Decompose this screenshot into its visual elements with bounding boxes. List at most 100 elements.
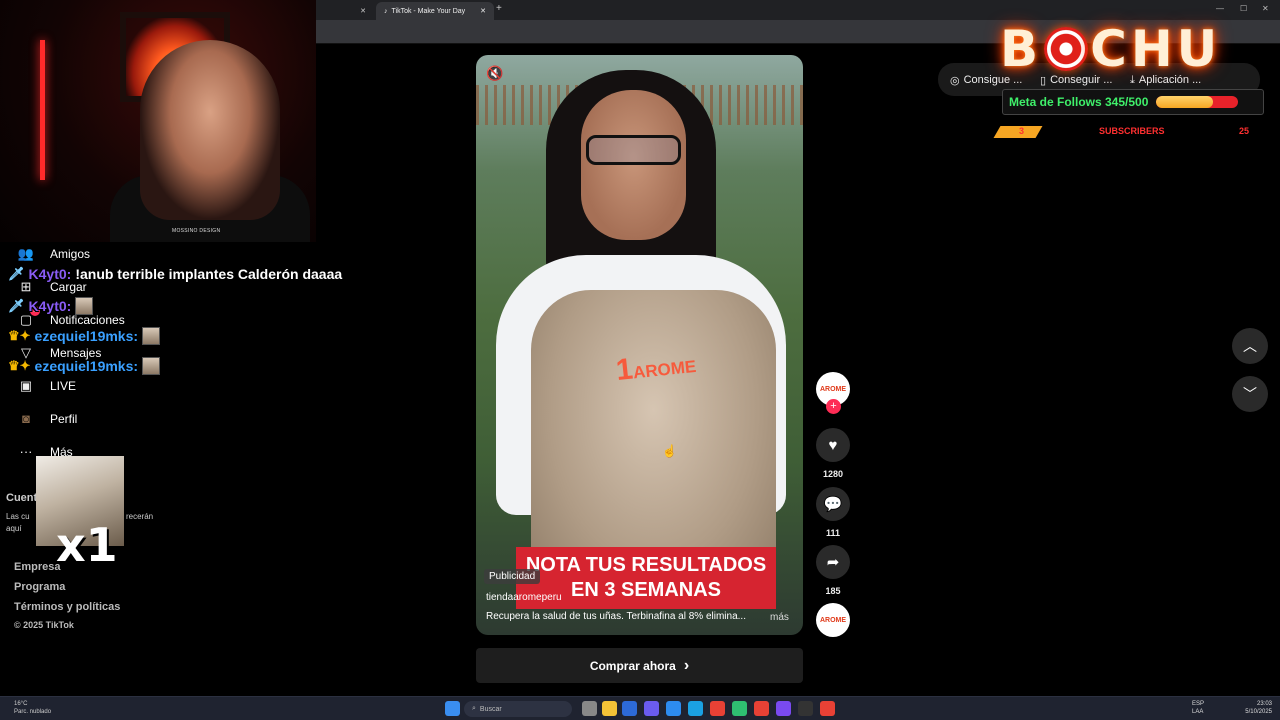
footer-link-terms[interactable]: Términos y políticas bbox=[14, 601, 120, 613]
nav-item-live[interactable]: ▣ LIVE bbox=[16, 378, 76, 394]
browser-tab-tiktok[interactable]: ♪ TikTok - Make Your Day ✕ bbox=[376, 2, 494, 20]
chat-username: ezequiel19mks: bbox=[34, 358, 139, 374]
follows-goal-label: Meta de Follows 345/500 bbox=[1009, 95, 1149, 109]
browser-tab[interactable]: ✕ bbox=[316, 2, 374, 20]
buy-now-button[interactable]: Comprar ahora › bbox=[476, 648, 803, 683]
follows-goal-widget: Meta de Follows 345/500 bbox=[1002, 89, 1264, 115]
footer-link-company[interactable]: Empresa bbox=[14, 561, 60, 573]
store-icon[interactable] bbox=[622, 701, 637, 716]
minimize-button[interactable]: — bbox=[1216, 4, 1224, 13]
taskbar-search[interactable]: ⌕ Buscar bbox=[464, 701, 572, 717]
stream-logo: B CHU bbox=[1000, 20, 1222, 78]
video-player[interactable]: 1AROME NOTA TUS RESULTADOS EN 3 SEMANAS … bbox=[476, 55, 803, 635]
follows-progress-bar bbox=[1156, 96, 1239, 108]
follows-progress-fill bbox=[1156, 96, 1213, 108]
sponsored-label: Publicidad bbox=[484, 569, 541, 584]
subscribers-label: SUBSCRIBERS bbox=[1099, 126, 1165, 136]
chat-username: K4yt0: bbox=[28, 266, 72, 282]
more-button[interactable]: más bbox=[770, 612, 789, 623]
taskview-icon[interactable] bbox=[582, 701, 597, 716]
nav-item-profile[interactable]: ◙ Perfil bbox=[16, 411, 77, 426]
chrome-icon[interactable] bbox=[820, 701, 835, 716]
share-icon[interactable]: ➦ bbox=[816, 545, 850, 579]
tiktok-favicon-icon: ♪ bbox=[384, 7, 388, 15]
webcam-overlay: MOSSINO DESIGN bbox=[0, 0, 316, 242]
subscribers-goal: 25 bbox=[1239, 126, 1250, 136]
chevron-right-icon: › bbox=[683, 656, 690, 674]
streamer-face bbox=[140, 40, 280, 220]
emote-icon bbox=[75, 297, 94, 315]
nav-item-friends[interactable]: 👥 Amigos bbox=[16, 246, 90, 262]
video-account-name[interactable]: tiendaaromeperu bbox=[486, 592, 562, 603]
app-icon[interactable] bbox=[644, 701, 659, 716]
tab-close-icon[interactable]: ✕ bbox=[480, 7, 486, 15]
chrome-icon[interactable] bbox=[710, 701, 725, 716]
chat-text: !anub terrible implantes Calderón daaaa bbox=[75, 266, 343, 282]
crown-badge-icon: ♛✦ bbox=[8, 358, 31, 373]
taskbar: 16°C Parc. nublado ⌕ Buscar ESP LAA 23:0… bbox=[0, 696, 1280, 720]
subscribers-count: 3 bbox=[1019, 126, 1025, 136]
video-foot bbox=[531, 290, 776, 590]
file-explorer-icon[interactable] bbox=[602, 701, 617, 716]
sword-badge-icon: 🗡 bbox=[8, 266, 25, 281]
tab-close-icon[interactable]: ✕ bbox=[360, 7, 366, 15]
footer-link-programs[interactable]: Programa bbox=[14, 581, 65, 593]
chat-message: ♛✦ ezequiel19mks: bbox=[8, 327, 161, 345]
mouse-cursor-icon: ☝ bbox=[662, 444, 677, 458]
video-glasses bbox=[586, 135, 681, 165]
comment-count: 111 bbox=[825, 528, 841, 538]
chat-message: 🗡 K4yt0: !anub terrible implantes Calder… bbox=[8, 266, 342, 282]
accounts-text: recerán bbox=[126, 512, 154, 521]
weather-widget[interactable]: 16°C Parc. nublado bbox=[14, 700, 51, 716]
cat-multiplier: x1 bbox=[56, 518, 118, 572]
mail-icon[interactable] bbox=[666, 701, 681, 716]
like-count: 1280 bbox=[822, 469, 844, 479]
chevron-down-icon[interactable]: ﹀ bbox=[1232, 376, 1268, 412]
sword-badge-icon: 🗡 bbox=[8, 298, 25, 313]
chevron-up-icon[interactable]: ︿ bbox=[1232, 328, 1268, 364]
profile-avatar-icon: ◙ bbox=[22, 411, 30, 426]
app-icon[interactable] bbox=[732, 701, 747, 716]
neon-light bbox=[40, 40, 45, 180]
nav-label: Notificaciones bbox=[50, 313, 125, 327]
taskbar-clock[interactable]: 23:03 5/10/2025 bbox=[1240, 700, 1272, 716]
close-window-button[interactable]: ✕ bbox=[1262, 4, 1269, 13]
edge-icon[interactable] bbox=[688, 701, 703, 716]
chat-message: ♛✦ ezequiel19mks: bbox=[8, 357, 161, 375]
windows-start-icon[interactable] bbox=[445, 701, 460, 716]
chrome-icon[interactable] bbox=[754, 701, 769, 716]
app-icon[interactable] bbox=[776, 701, 791, 716]
soccer-ball-icon bbox=[1044, 27, 1089, 71]
comment-icon[interactable]: 💬 bbox=[816, 487, 850, 521]
accounts-text: aquí bbox=[6, 524, 22, 533]
nav-label: Perfil bbox=[50, 411, 78, 426]
language-indicator[interactable]: ESP LAA bbox=[1192, 700, 1204, 716]
share-count: 185 bbox=[825, 586, 841, 596]
chat-username: K4yt0: bbox=[28, 298, 72, 314]
coins-icon: ◎ bbox=[950, 74, 960, 87]
tab-title: TikTok - Make Your Day bbox=[391, 7, 466, 15]
mute-icon[interactable]: 🔇 bbox=[486, 65, 503, 82]
shirt-caption: MOSSINO DESIGN bbox=[172, 228, 221, 234]
follow-plus-icon[interactable]: + bbox=[826, 399, 841, 414]
live-icon: ▣ bbox=[19, 378, 33, 393]
maximize-button[interactable]: ☐ bbox=[1240, 4, 1247, 13]
like-heart-icon[interactable]: ♥ bbox=[816, 428, 850, 462]
video-description: Recupera la salud de tus uñas. Terbinafi… bbox=[486, 611, 746, 622]
new-tab-button[interactable]: + bbox=[496, 3, 502, 14]
nav-label: Amigos bbox=[50, 247, 91, 261]
emote-icon bbox=[142, 327, 161, 345]
nav-label: Cargar bbox=[50, 280, 87, 294]
app-icon[interactable] bbox=[798, 701, 813, 716]
chat-username: ezequiel19mks: bbox=[34, 328, 139, 344]
nav-label: LIVE bbox=[50, 379, 77, 393]
crown-badge-icon: ♛✦ bbox=[8, 328, 31, 343]
video-face bbox=[581, 90, 686, 240]
browser-tab-bar: ✕ ♪ TikTok - Make Your Day ✕ + — ☐ ✕ bbox=[316, 0, 1280, 20]
chat-message: 🗡 K4yt0: bbox=[8, 297, 94, 315]
sound-disc-icon[interactable]: AROME bbox=[816, 603, 850, 637]
accounts-text: Las cu bbox=[6, 512, 30, 521]
subscribers-widget: 3 SUBSCRIBERS 25 bbox=[993, 126, 1261, 138]
subscribers-stripe bbox=[993, 126, 1043, 138]
friends-icon: 👥 bbox=[17, 246, 35, 261]
